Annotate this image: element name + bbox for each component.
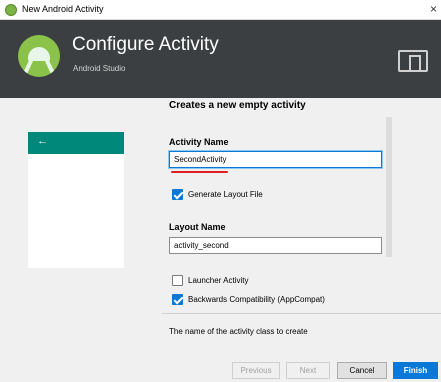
preview-app-bar: ← (28, 132, 124, 154)
android-studio-logo-icon (18, 35, 60, 77)
back-arrow-icon: ← (37, 135, 48, 147)
page-title: Configure Activity (72, 34, 219, 55)
layout-name-input[interactable]: activity_second (169, 237, 382, 254)
launcher-activity-label: Launcher Activity (188, 276, 249, 285)
backwards-compat-label: Backwards Compatibility (AppCompat) (188, 295, 325, 304)
device-icon (398, 50, 428, 72)
previous-button[interactable]: Previous (232, 362, 280, 379)
activity-preview: ← (28, 132, 124, 268)
form-scrollbar[interactable] (386, 117, 392, 257)
activity-name-input[interactable]: SecondActivity (169, 151, 382, 168)
android-studio-icon (5, 4, 17, 16)
header: Configure Activity Android Studio (0, 20, 441, 98)
title-bar: New Android Activity × (0, 0, 441, 20)
launcher-activity-checkbox[interactable] (172, 275, 183, 286)
generate-layout-label: Generate Layout File (188, 190, 263, 199)
page-subtitle: Android Studio (73, 64, 126, 73)
window-title: New Android Activity (22, 4, 104, 14)
form-title: Creates a new empty activity (169, 100, 306, 111)
activity-name-label: Activity Name (169, 137, 229, 147)
backwards-compat-checkbox[interactable] (172, 294, 183, 305)
red-underline-annotation (171, 171, 228, 173)
next-button[interactable]: Next (286, 362, 330, 379)
help-text: The name of the activity class to create (169, 327, 308, 336)
generate-layout-checkbox[interactable] (172, 189, 183, 200)
close-icon[interactable]: × (430, 2, 437, 16)
layout-name-label: Layout Name (169, 222, 226, 232)
divider (162, 313, 441, 314)
finish-button[interactable]: Finish (393, 362, 438, 379)
cancel-button[interactable]: Cancel (337, 362, 387, 379)
